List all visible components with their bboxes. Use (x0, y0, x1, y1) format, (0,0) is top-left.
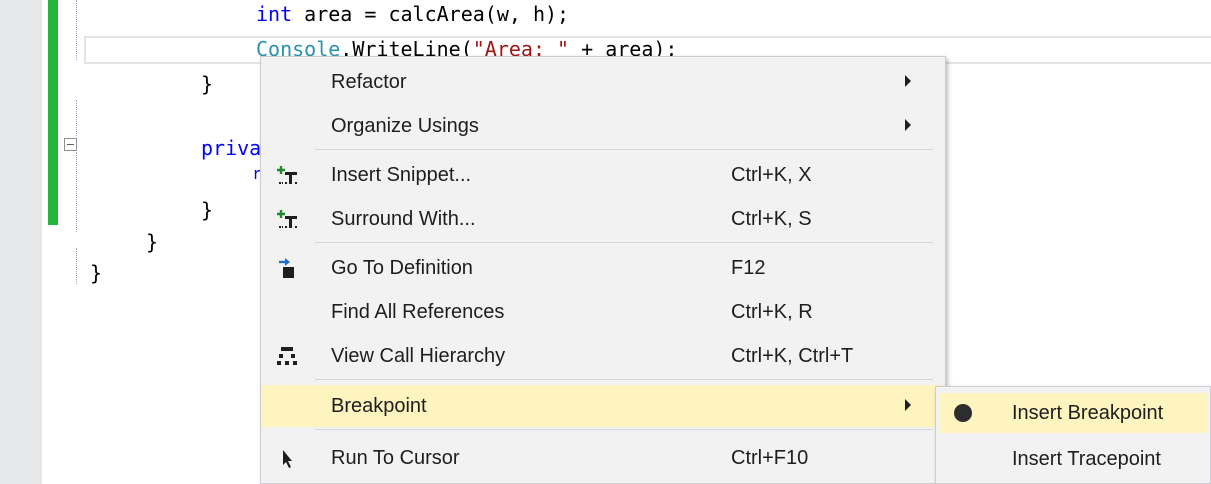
menu-item-shortcut: Ctrl+K, Ctrl+T (731, 345, 854, 367)
menu-item-insert-tracepoint[interactable]: Insert Tracepoint (940, 439, 1208, 479)
menu-item-label: Go To Definition (331, 257, 473, 279)
menu-item-view-call-hierarchy[interactable]: View Call Hierarchy Ctrl+K, Ctrl+T (261, 335, 945, 377)
collapse-toggle[interactable] (64, 138, 77, 151)
go-to-definition-icon (275, 257, 301, 279)
menu-item-label: Run To Cursor (331, 447, 460, 469)
menu-item-find-all-references[interactable]: Find All References Ctrl+K, R (261, 291, 945, 333)
code-brace[interactable]: } (201, 72, 213, 96)
code-brace[interactable]: } (146, 230, 158, 254)
menu-item-label: Surround With... (331, 208, 476, 230)
code-brace[interactable]: } (90, 261, 102, 285)
menu-item-breakpoint[interactable]: Breakpoint (261, 385, 945, 427)
menu-separator (315, 242, 933, 243)
menu-item-insert-snippet[interactable]: Insert Snippet... Ctrl+K, X (261, 154, 945, 196)
menu-item-label: Find All References (331, 301, 505, 323)
code-private-keyword[interactable]: priva (201, 136, 261, 160)
menu-item-shortcut: Ctrl+K, S (731, 208, 812, 230)
menu-item-label: Insert Breakpoint (1012, 402, 1164, 424)
surround-icon (275, 208, 301, 230)
code-brace[interactable]: } (201, 198, 213, 222)
call-hierarchy-icon (275, 345, 301, 367)
change-tracking-bar (48, 0, 58, 225)
menu-item-shortcut: Ctrl+K, R (731, 301, 813, 323)
outline-guide (76, 100, 77, 136)
submenu-arrow-icon (905, 399, 911, 411)
menu-item-insert-breakpoint[interactable]: Insert Breakpoint (940, 393, 1208, 433)
outline-guide (76, 0, 77, 60)
menu-item-shortcut: Ctrl+K, X (731, 164, 812, 186)
menu-item-label: Refactor (331, 71, 407, 93)
menu-separator (315, 429, 933, 430)
menu-item-label: View Call Hierarchy (331, 345, 506, 367)
menu-item-label: Breakpoint (331, 395, 427, 417)
menu-item-label: Organize Usings (331, 115, 479, 137)
menu-item-label: Insert Tracepoint (1012, 448, 1161, 470)
menu-item-shortcut: Ctrl+F10 (731, 447, 809, 469)
context-menu: Refactor Organize Usings Insert Snippet.… (260, 56, 946, 484)
menu-separator (315, 149, 933, 150)
menu-item-refactor[interactable]: Refactor (261, 61, 945, 103)
menu-item-surround-with[interactable]: Surround With... Ctrl+K, S (261, 198, 945, 240)
menu-item-shortcut: F12 (731, 257, 766, 279)
glyph-margin[interactable] (0, 0, 42, 484)
code-line-calcarea[interactable]: int area = calcArea(w, h); (256, 2, 569, 26)
breakpoint-dot-icon (954, 404, 972, 422)
outline-guide (76, 152, 77, 232)
menu-item-run-to-cursor[interactable]: Run To Cursor Ctrl+F10 (261, 437, 945, 479)
menu-item-label: Insert Snippet... (331, 164, 472, 186)
menu-item-go-to-definition[interactable]: Go To Definition F12 (261, 247, 945, 289)
menu-item-organize-usings[interactable]: Organize Usings (261, 105, 945, 147)
breakpoint-submenu: Insert Breakpoint Insert Tracepoint (935, 386, 1211, 484)
cursor-arrow-icon (275, 447, 301, 469)
submenu-arrow-icon (905, 119, 911, 131)
menu-separator (315, 379, 933, 380)
submenu-arrow-icon (905, 75, 911, 87)
outline-guide (76, 248, 77, 284)
snippet-icon (275, 164, 301, 186)
